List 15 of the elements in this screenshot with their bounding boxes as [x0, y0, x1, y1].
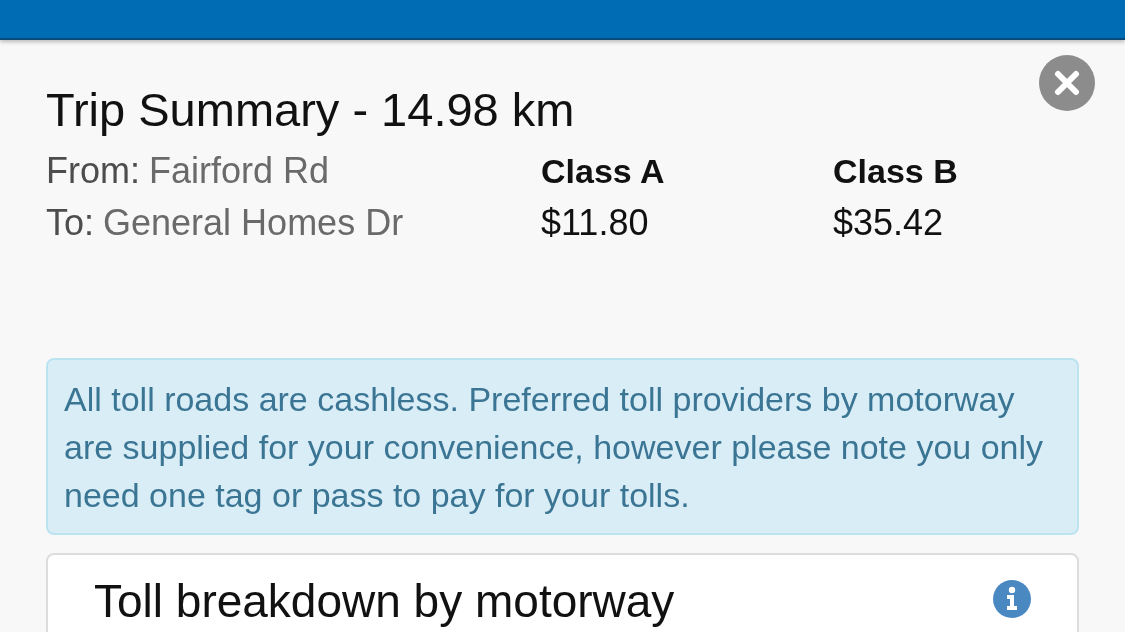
class-price: $11.80 — [541, 201, 649, 245]
close-button[interactable] — [1039, 55, 1095, 111]
class-heading: Class A — [541, 151, 665, 192]
dialog-title: Trip Summary - 14.98 km — [46, 82, 575, 135]
class-heading: Class B — [833, 151, 958, 192]
info-icon — [993, 580, 1031, 618]
route-value: Fairford Rd — [149, 149, 330, 193]
close-icon — [1054, 70, 1080, 96]
info-button[interactable] — [993, 580, 1031, 618]
route-value: General Homes Dr — [103, 201, 404, 245]
breakdown-title: Toll breakdown by motorway — [94, 575, 675, 627]
notice-alert: All toll roads are cashless. Preferred toll providers by motorway are supplied for your convenience, however please note you only need one tag or pass to pay for your tolls. — [46, 358, 1079, 535]
class-price: $35.42 — [833, 201, 944, 245]
route-label: To: — [46, 201, 95, 245]
route-label: From: — [46, 149, 140, 193]
